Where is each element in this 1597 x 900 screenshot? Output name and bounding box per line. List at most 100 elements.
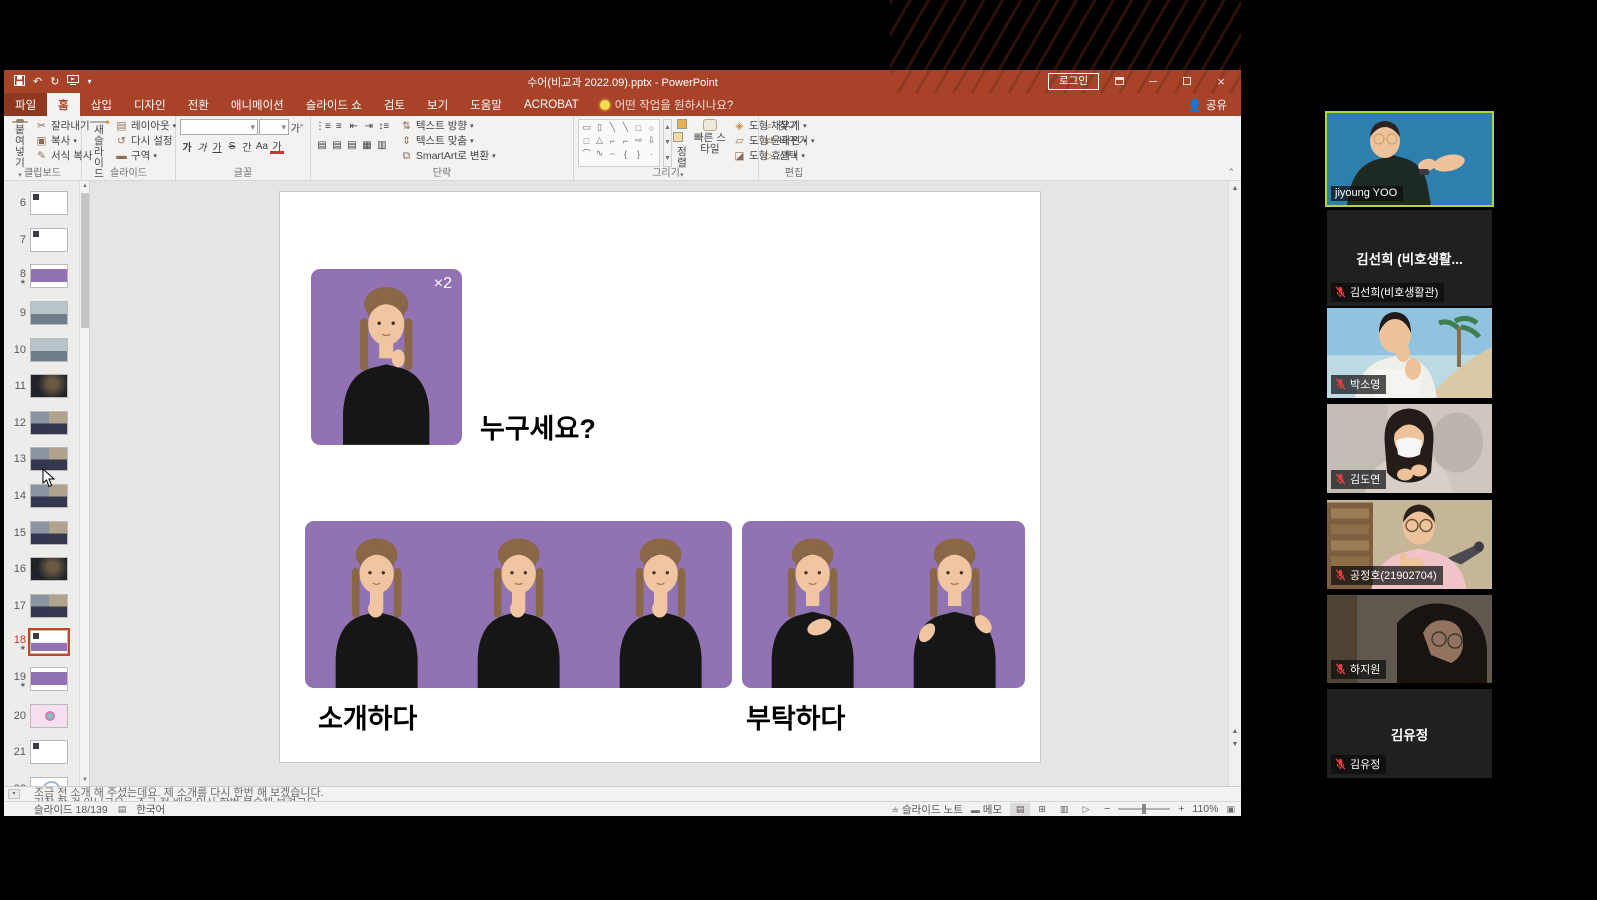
tab-검토[interactable]: 검토: [373, 93, 416, 116]
notes-collapse-icon[interactable]: ▾: [8, 789, 20, 799]
thumbnail-preview[interactable]: [30, 264, 68, 288]
columns-icon[interactable]: ▥: [375, 138, 389, 153]
zoom-level[interactable]: 110%: [1192, 803, 1218, 815]
line-spacing-icon[interactable]: ↕≡: [377, 119, 391, 134]
zoom-out-icon[interactable]: −: [1104, 803, 1110, 815]
thumbnail-scrollbar[interactable]: ▲ ▼: [79, 181, 89, 786]
zoom-slider[interactable]: [1118, 808, 1170, 810]
slide-thumbnail-17[interactable]: 17: [4, 588, 79, 625]
arrange-button[interactable]: 정렬▾: [675, 119, 689, 167]
tab-삽입[interactable]: 삽입: [80, 93, 123, 116]
thumbnail-preview[interactable]: [30, 594, 68, 618]
shape-gallery-scroll[interactable]: ▲▼▼: [663, 119, 672, 167]
tab-보기[interactable]: 보기: [416, 93, 459, 116]
language-indicator[interactable]: 한국어: [136, 802, 165, 817]
thumbnail-preview[interactable]: [30, 667, 68, 691]
shape-gallery[interactable]: ▭▯╲╲□○ □△⌐⌐⇨⇩ ⌒∿⌢{}·: [578, 119, 660, 167]
thumbnail-preview[interactable]: [30, 630, 68, 654]
zoom-in-icon[interactable]: +: [1178, 803, 1184, 815]
slide-thumbnail-15[interactable]: 15: [4, 514, 79, 551]
participant-tile-2[interactable]: 김선희 (비호생활...김선희(비호생활관): [1327, 210, 1492, 306]
slide-thumbnail-11[interactable]: 11: [4, 368, 79, 405]
minimize-icon[interactable]: ─: [1139, 76, 1167, 88]
layout-button[interactable]: ▤레이아웃▾: [115, 120, 176, 133]
redo-icon[interactable]: ↻: [50, 75, 59, 88]
tab-슬라이드 쇼[interactable]: 슬라이드 쇼: [295, 93, 373, 116]
tab-도움말[interactable]: 도움말: [459, 93, 513, 116]
bullets-icon[interactable]: ⋮≡: [315, 119, 331, 134]
scroll-up-icon[interactable]: ▲: [80, 181, 90, 192]
slide-thumbnail-7[interactable]: 7: [4, 222, 79, 259]
normal-view-icon[interactable]: ▤: [1010, 803, 1030, 816]
find-button[interactable]: ⌕찾기: [763, 120, 815, 133]
notes-toggle-button[interactable]: ≐ 슬라이드 노트: [892, 802, 963, 817]
slide-thumbnail-8[interactable]: 8★: [4, 258, 79, 295]
start-slideshow-icon[interactable]: [67, 75, 79, 88]
italic-button[interactable]: 가: [195, 139, 209, 154]
slide-thumbnail-9[interactable]: 9: [4, 295, 79, 332]
restore-icon[interactable]: [1173, 76, 1201, 88]
reading-view-icon[interactable]: ▥: [1054, 803, 1074, 816]
reset-button[interactable]: ↺다시 설정: [115, 135, 176, 148]
slide-thumbnail-18[interactable]: 18★: [4, 624, 79, 661]
caption-favor[interactable]: 부탁하다: [746, 697, 845, 736]
undo-icon[interactable]: ↶: [33, 75, 42, 88]
login-button[interactable]: 로그인: [1048, 73, 1099, 90]
share-button[interactable]: 👤 공유: [1174, 93, 1242, 116]
tab-홈[interactable]: 홈: [47, 93, 80, 116]
smartart-button[interactable]: ⧉SmartArt로 변환▾: [400, 150, 496, 163]
slide-thumbnail-22[interactable]: 22: [4, 771, 79, 787]
new-slide-button[interactable]: 새 슬라이드 ▾: [86, 119, 112, 167]
ribbon-display-options-icon[interactable]: [1105, 76, 1133, 88]
sign-image-favor[interactable]: [742, 521, 1025, 688]
qat-customize-icon[interactable]: ▾: [87, 77, 91, 86]
slideshow-view-icon[interactable]: ▷: [1076, 803, 1096, 816]
save-icon[interactable]: [14, 75, 25, 89]
thumbnail-preview[interactable]: [30, 228, 68, 252]
underline-button[interactable]: 가: [210, 139, 224, 154]
thumbnail-preview[interactable]: [30, 777, 68, 786]
sign-image-introduce[interactable]: [305, 521, 732, 688]
align-left-icon[interactable]: ▤: [315, 138, 329, 153]
previous-slide-icon[interactable]: ▲: [1229, 726, 1241, 738]
close-icon[interactable]: ×: [1207, 74, 1235, 89]
slide-thumbnail-12[interactable]: 12: [4, 405, 79, 442]
zoom-slider-knob[interactable]: [1142, 804, 1146, 814]
thumbnail-preview[interactable]: [30, 191, 68, 215]
participant-tile-1[interactable]: jiyoung YOO: [1327, 113, 1492, 205]
slide-thumbnail-6[interactable]: 6: [4, 185, 79, 222]
slide-sorter-view-icon[interactable]: ⊞: [1032, 803, 1052, 816]
thumbnail-preview[interactable]: [30, 374, 68, 398]
participant-tile-3[interactable]: 박소영: [1327, 308, 1492, 398]
participant-tile-6[interactable]: 하지원: [1327, 595, 1492, 683]
next-slide-icon[interactable]: ▼: [1229, 739, 1241, 751]
align-right-icon[interactable]: ▤: [345, 138, 359, 153]
slide-question-text[interactable]: 누구세요?: [480, 407, 596, 446]
select-button[interactable]: ▷선택▾: [763, 150, 815, 163]
slide-thumbnail-16[interactable]: 16: [4, 551, 79, 588]
tab-애니메이션[interactable]: 애니메이션: [220, 93, 295, 116]
change-case-button[interactable]: Aa: [255, 139, 269, 154]
align-text-button[interactable]: ⇕텍스트 맞춤▾: [400, 135, 496, 148]
slide-thumbnail-21[interactable]: 21: [4, 734, 79, 771]
strikethrough-button[interactable]: S: [225, 139, 239, 154]
thumbnail-preview[interactable]: [30, 557, 68, 581]
thumbnail-preview[interactable]: [30, 521, 68, 545]
tab-file[interactable]: 파일: [4, 93, 47, 116]
slide-thumbnail-10[interactable]: 10: [4, 331, 79, 368]
decrease-indent-icon[interactable]: ⇤: [347, 119, 361, 134]
font-color-button[interactable]: 가: [270, 139, 284, 154]
slide-thumbnail-19[interactable]: 19★: [4, 661, 79, 698]
participant-tile-5[interactable]: 공정호(21902704): [1327, 500, 1492, 589]
slide-18[interactable]: ×2 누구세요? 소개하다 부탁하다: [280, 192, 1040, 762]
numbering-icon[interactable]: ≡: [332, 119, 346, 134]
thumbnail-preview[interactable]: [30, 301, 68, 325]
tell-me-search[interactable]: 어떤 작업을 원하시나요?: [590, 93, 744, 116]
scroll-down-icon[interactable]: ▼: [80, 775, 90, 786]
thumbnail-preview[interactable]: [30, 704, 68, 728]
quick-styles-button[interactable]: 빠른 스타일: [692, 119, 728, 167]
fit-slide-icon[interactable]: ▣: [1226, 804, 1235, 815]
increase-font-icon[interactable]: 가ˆ: [290, 120, 304, 135]
paste-button[interactable]: 붙여넣기 ▾: [8, 119, 32, 167]
text-direction-button[interactable]: ⇅텍스트 방향▾: [400, 120, 496, 133]
